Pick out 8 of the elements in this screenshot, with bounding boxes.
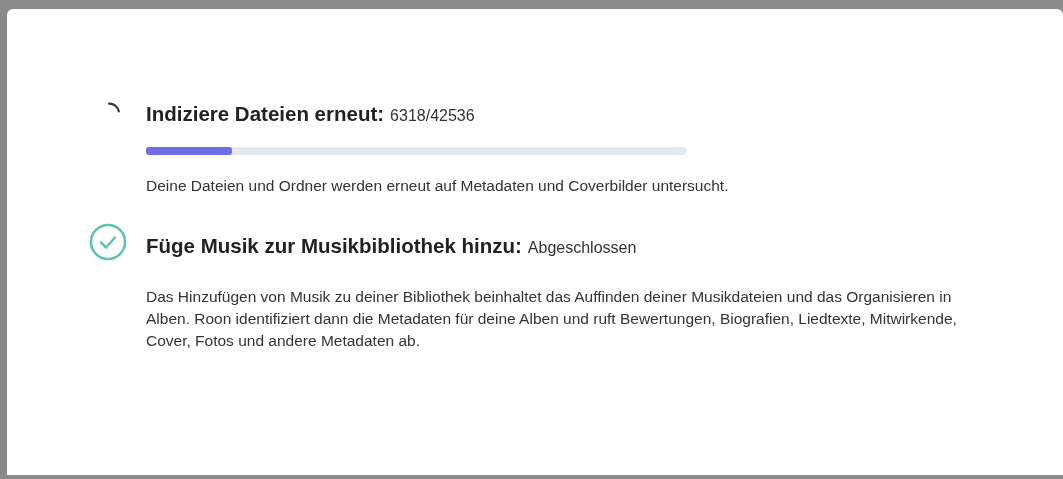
- step-status: 6318/42536: [390, 106, 475, 126]
- check-circle-icon: [89, 222, 127, 261]
- step-title: Indiziere Dateien erneut:: [146, 101, 385, 127]
- step-description: Das Hinzufügen von Musik zu deiner Bibliothek beinhaltet das Auffinden deiner Musikdateien und das Organisieren in Alben. Roon identifiziert dann die Metadaten für deine Alben und ruft Bewertungen, Biografien, Liedtexte, Mitwirkende, Cover, Fotos und andere Metadaten ab.: [146, 286, 958, 351]
- spinner-icon: [108, 102, 120, 113]
- step-description: Deine Dateien und Ordner werden erneut auf Metadaten und Coverbilder untersucht.: [146, 175, 730, 196]
- step-status: Abgeschlossen: [527, 237, 637, 258]
- step-title: Füge Musik zur Musikbibliothek hinzu:: [146, 232, 522, 259]
